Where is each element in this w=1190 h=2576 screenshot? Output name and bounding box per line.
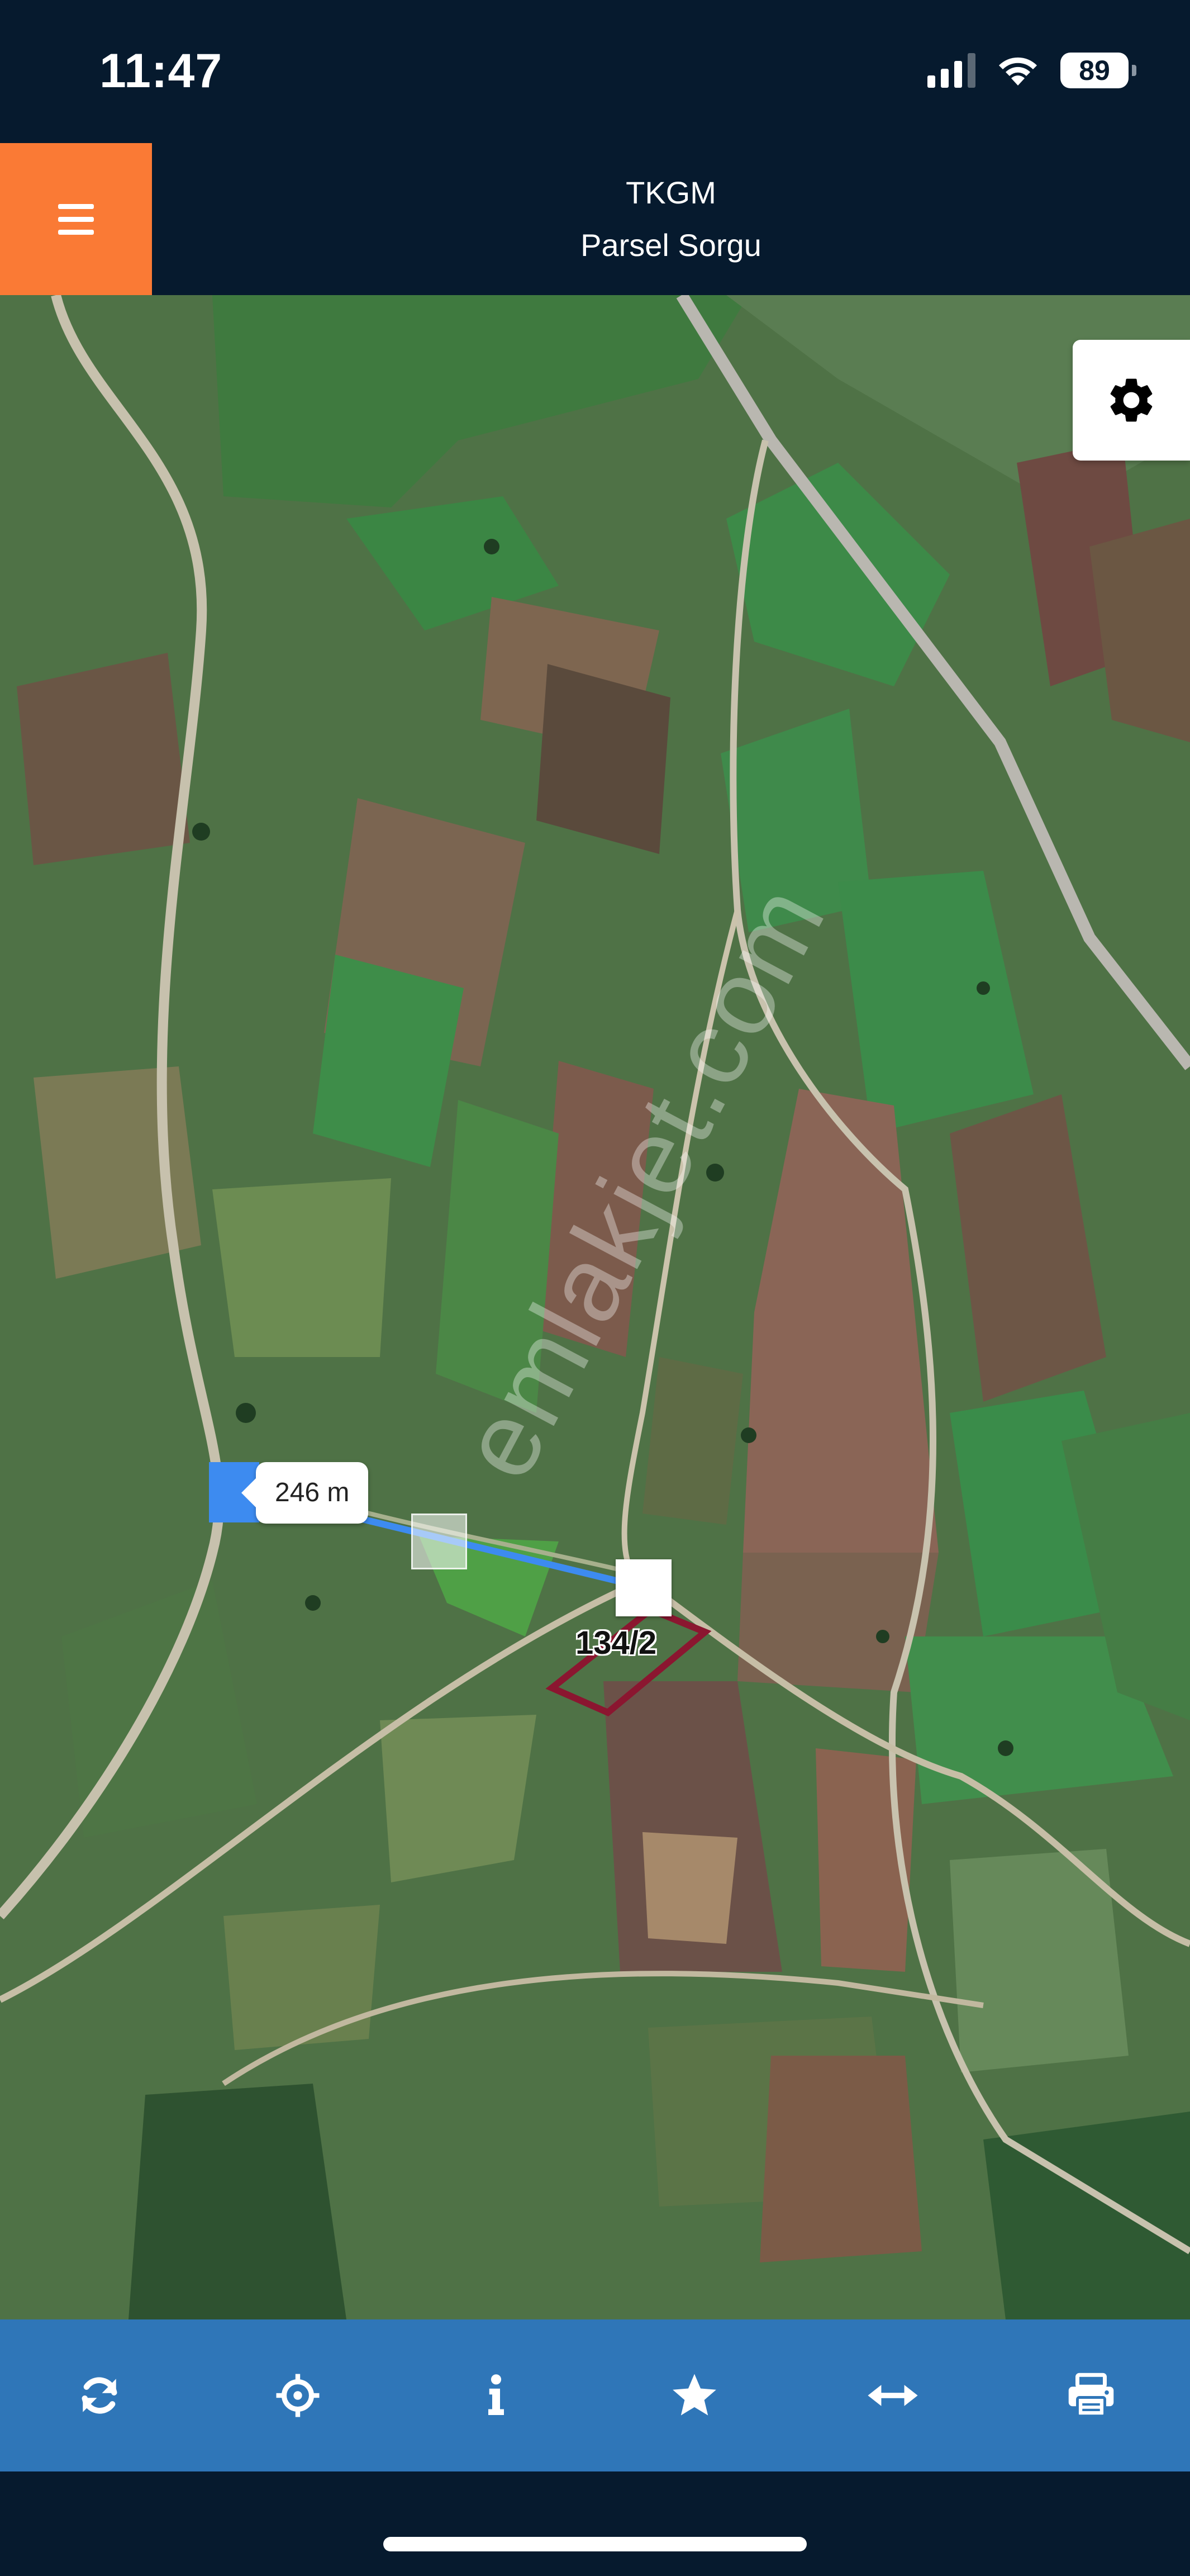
satellite-map[interactable]: emlakjet.com 246 m 134/2 xyxy=(0,295,1190,2319)
cellular-signal-icon xyxy=(927,53,975,88)
info-button[interactable] xyxy=(446,2345,546,2446)
print-button[interactable] xyxy=(1041,2345,1141,2446)
status-icons: 89 xyxy=(927,53,1136,88)
star-icon xyxy=(672,2374,716,2416)
distance-tooltip: 246 m xyxy=(241,1462,369,1524)
parcel-label[interactable]: 134/2 xyxy=(575,1624,656,1662)
home-indicator[interactable] xyxy=(383,2537,807,2551)
refresh-button[interactable] xyxy=(49,2345,150,2446)
settings-button[interactable] xyxy=(1073,340,1190,461)
measure-end-handle[interactable] xyxy=(616,1559,672,1616)
hamburger-menu-icon[interactable] xyxy=(0,143,152,295)
bottom-toolbar xyxy=(0,2319,1190,2471)
measure-arrows-icon xyxy=(867,2385,918,2406)
page-subtitle: Parsel Sorgu xyxy=(580,227,761,263)
app-header: TKGM Parsel Sorgu xyxy=(0,143,1190,295)
battery-icon: 89 xyxy=(1060,53,1136,88)
header-titles: TKGM Parsel Sorgu xyxy=(152,143,1190,295)
measure-midpoint-handle[interactable] xyxy=(411,1514,467,1569)
page-title: TKGM xyxy=(626,175,716,210)
refresh-icon xyxy=(82,2377,117,2414)
gear-icon xyxy=(1110,378,1153,422)
satellite-imagery xyxy=(0,295,1190,2319)
locate-button[interactable] xyxy=(247,2345,348,2446)
status-time: 11:47 xyxy=(99,44,223,98)
wifi-icon xyxy=(999,57,1037,86)
home-indicator-area xyxy=(0,2471,1190,2576)
info-icon xyxy=(488,2374,504,2415)
status-bar: 11:47 89 xyxy=(0,0,1190,143)
measure-button[interactable] xyxy=(842,2345,943,2446)
favorite-button[interactable] xyxy=(644,2345,745,2446)
print-icon xyxy=(1068,2373,1113,2418)
locate-crosshair-icon xyxy=(276,2374,319,2417)
